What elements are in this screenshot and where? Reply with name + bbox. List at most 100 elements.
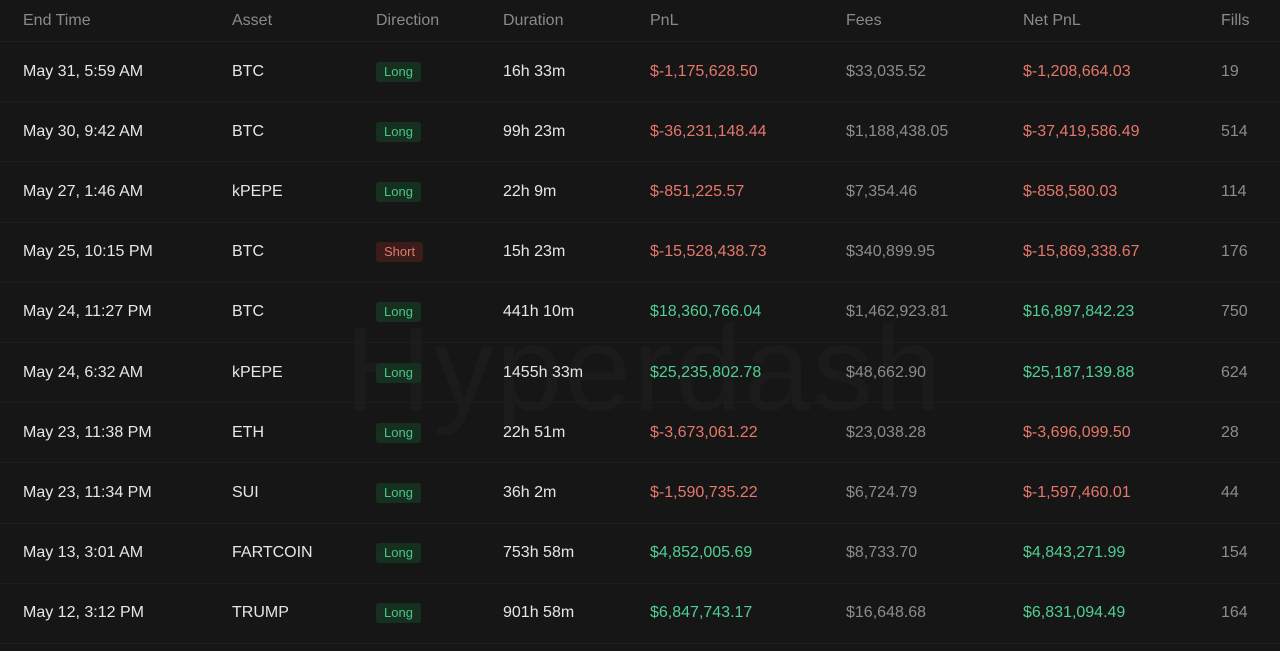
- fees-cell: $7,354.46: [846, 182, 918, 200]
- end-time-cell: May 13, 3:01 AM: [23, 544, 144, 562]
- fees-cell: $1,188,438.05: [846, 122, 949, 140]
- duration-cell: 36h 2m: [503, 483, 557, 501]
- trade-history-table: Hyperdash End Time Asset Direction Durat…: [0, 0, 1280, 651]
- table-row[interactable]: May 24, 11:27 PM BTC Long 441h 10m $18,360,7…: [0, 283, 1280, 343]
- fees-cell: $48,662.90: [846, 363, 927, 381]
- fees-cell: $33,035.52: [846, 62, 927, 80]
- direction-badge: Long: [376, 603, 421, 624]
- net-pnl-cell: $-858,580.03: [1023, 182, 1118, 200]
- direction-badge: Long: [376, 121, 421, 142]
- fees-cell: $16,648.68: [846, 604, 927, 622]
- end-time-cell: May 24, 6:32 AM: [23, 363, 144, 381]
- direction-cell: Long: [376, 121, 421, 142]
- direction-badge: Long: [376, 543, 421, 564]
- column-header-pnl[interactable]: PnL: [650, 12, 678, 30]
- pnl-cell: $-1,590,735.22: [650, 483, 758, 501]
- table-body: May 31, 5:59 AM BTC Long 16h 33m $-1,175,628…: [0, 42, 1280, 644]
- pnl-cell: $-1,175,628.50: [650, 62, 758, 80]
- direction-badge: Long: [376, 422, 421, 443]
- direction-badge: Long: [376, 482, 421, 503]
- asset-cell: kPEPE: [232, 363, 283, 381]
- direction-badge: Long: [376, 181, 421, 202]
- fees-cell: $340,899.95: [846, 243, 935, 261]
- fills-cell: 514: [1221, 122, 1248, 140]
- direction-badge: Short: [376, 242, 424, 263]
- duration-cell: 22h 51m: [503, 423, 566, 441]
- end-time-cell: May 27, 1:46 AM: [23, 182, 144, 200]
- asset-cell: SUI: [232, 483, 259, 501]
- table-row[interactable]: May 23, 11:34 PM SUI Long 36h 2m $-1,590,735…: [0, 463, 1280, 524]
- asset-cell: FARTCOIN: [232, 544, 313, 562]
- direction-badge: Long: [376, 302, 421, 323]
- direction-cell: Long: [376, 543, 421, 564]
- direction-cell: Long: [376, 302, 421, 323]
- asset-cell: kPEPE: [232, 182, 283, 200]
- column-header-asset[interactable]: Asset: [232, 12, 272, 30]
- fees-cell: $6,724.79: [846, 483, 918, 501]
- fills-cell: 114: [1221, 182, 1247, 200]
- end-time-cell: May 24, 11:27 PM: [23, 303, 152, 321]
- end-time-cell: May 30, 9:42 AM: [23, 122, 144, 140]
- asset-cell: BTC: [232, 62, 264, 80]
- end-time-cell: May 12, 3:12 PM: [23, 604, 144, 622]
- direction-cell: Long: [376, 422, 421, 443]
- pnl-cell: $18,360,766.04: [650, 303, 762, 321]
- pnl-cell: $-3,673,061.22: [650, 423, 758, 441]
- direction-cell: Long: [376, 61, 421, 82]
- net-pnl-cell: $-1,597,460.01: [1023, 483, 1131, 501]
- duration-cell: 901h 58m: [503, 604, 575, 622]
- pnl-cell: $4,852,005.69: [650, 544, 753, 562]
- asset-cell: BTC: [232, 122, 264, 140]
- column-header-net-pnl[interactable]: Net PnL: [1023, 12, 1081, 30]
- table-row[interactable]: May 24, 6:32 AM kPEPE Long 1455h 33m $25,235…: [0, 343, 1280, 404]
- column-header-fills[interactable]: Fills: [1221, 12, 1249, 30]
- direction-cell: Short: [376, 242, 424, 263]
- fills-cell: 176: [1221, 243, 1248, 261]
- pnl-cell: $6,847,743.17: [650, 604, 753, 622]
- fills-cell: 19: [1221, 62, 1239, 80]
- pnl-cell: $-851,225.57: [650, 182, 745, 200]
- net-pnl-cell: $25,187,139.88: [1023, 363, 1135, 381]
- duration-cell: 22h 9m: [503, 182, 557, 200]
- table-row[interactable]: May 23, 11:38 PM ETH Long 22h 51m $-3,673,06…: [0, 403, 1280, 464]
- fees-cell: $8,733.70: [846, 544, 918, 562]
- table-row[interactable]: May 25, 10:15 PM BTC Short 15h 23m $-15,528,…: [0, 223, 1280, 283]
- table-row[interactable]: May 30, 9:42 AM BTC Long 99h 23m $-36,231,14…: [0, 102, 1280, 163]
- duration-cell: 1455h 33m: [503, 363, 584, 381]
- end-time-cell: May 23, 11:38 PM: [23, 423, 152, 441]
- direction-cell: Long: [376, 482, 421, 503]
- net-pnl-cell: $-1,208,664.03: [1023, 62, 1131, 80]
- fees-cell: $23,038.28: [846, 423, 927, 441]
- table-row[interactable]: May 31, 5:59 AM BTC Long 16h 33m $-1,175,628…: [0, 42, 1280, 103]
- net-pnl-cell: $4,843,271.99: [1023, 544, 1126, 562]
- asset-cell: ETH: [232, 423, 264, 441]
- column-header-end-time[interactable]: End Time: [23, 12, 91, 30]
- net-pnl-cell: $16,897,842.23: [1023, 303, 1135, 321]
- duration-cell: 16h 33m: [503, 62, 566, 80]
- net-pnl-cell: $-37,419,586.49: [1023, 122, 1140, 140]
- pnl-cell: $25,235,802.78: [650, 363, 762, 381]
- fees-cell: $1,462,923.81: [846, 303, 949, 321]
- net-pnl-cell: $-3,696,099.50: [1023, 423, 1131, 441]
- asset-cell: TRUMP: [232, 604, 289, 622]
- fills-cell: 44: [1221, 483, 1239, 501]
- fills-cell: 154: [1221, 544, 1248, 562]
- direction-cell: Long: [376, 181, 421, 202]
- asset-cell: BTC: [232, 303, 264, 321]
- duration-cell: 753h 58m: [503, 544, 575, 562]
- net-pnl-cell: $6,831,094.49: [1023, 604, 1126, 622]
- direction-badge: Long: [376, 61, 421, 82]
- column-header-fees[interactable]: Fees: [846, 12, 882, 30]
- end-time-cell: May 25, 10:15 PM: [23, 243, 153, 261]
- end-time-cell: May 23, 11:34 PM: [23, 483, 152, 501]
- end-time-cell: May 31, 5:59 AM: [23, 62, 144, 80]
- table-row[interactable]: May 12, 3:12 PM TRUMP Long 901h 58m $6,847,7…: [0, 584, 1280, 644]
- column-header-duration[interactable]: Duration: [503, 12, 563, 30]
- duration-cell: 15h 23m: [503, 243, 566, 261]
- table-row[interactable]: May 13, 3:01 AM FARTCOIN Long 753h 58m $4,85…: [0, 524, 1280, 584]
- net-pnl-cell: $-15,869,338.67: [1023, 243, 1140, 261]
- fills-cell: 624: [1221, 363, 1248, 381]
- column-header-direction[interactable]: Direction: [376, 12, 439, 30]
- table-header: End Time Asset Direction Duration PnL Fe…: [0, 0, 1280, 42]
- table-row[interactable]: May 27, 1:46 AM kPEPE Long 22h 9m $-851,225.…: [0, 162, 1280, 223]
